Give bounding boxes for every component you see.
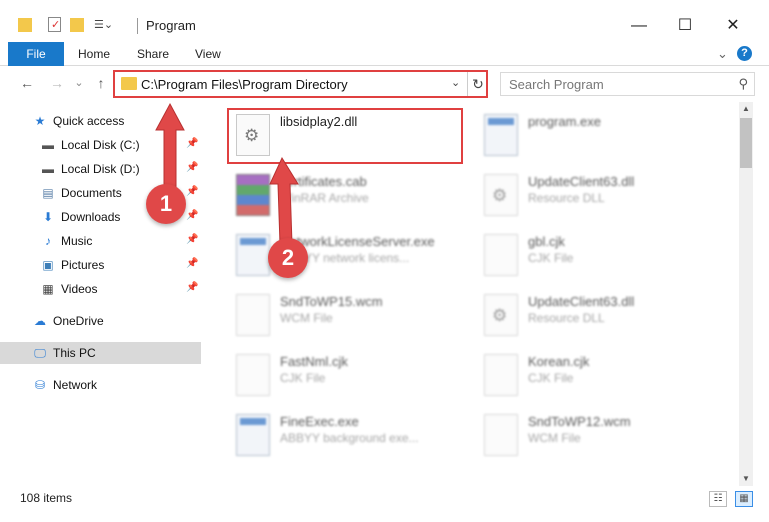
arrow-1 [155, 102, 185, 193]
step-badge-1: 1 [146, 184, 186, 224]
file-explorer-window: ✓ ☰⌄ Program — ☐ ✕ File Home Share View … [0, 0, 769, 522]
arrow-2 [269, 156, 299, 245]
annotation-arrows [155, 102, 299, 245]
step-badge-2: 2 [268, 238, 308, 278]
